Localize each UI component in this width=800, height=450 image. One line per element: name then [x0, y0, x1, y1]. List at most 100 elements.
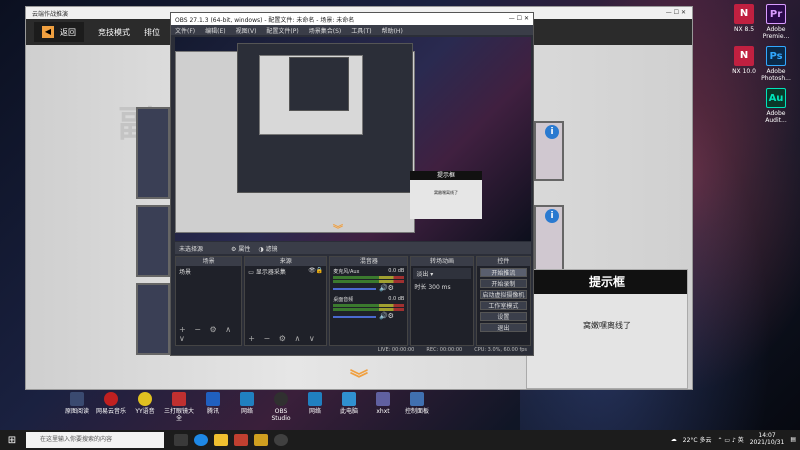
desktop-icon-label: Adobe Photosh...	[761, 68, 791, 82]
app-taskbar-icon[interactable]	[254, 434, 268, 446]
info-icon[interactable]: i	[545, 209, 559, 223]
virtual-camera-button[interactable]: 启动虚拟摄像机	[479, 290, 528, 299]
studio-mode-button[interactable]: 工作室模式	[479, 301, 528, 310]
network-icon	[240, 392, 254, 406]
file-explorer-icon[interactable]	[214, 434, 228, 446]
window-controls[interactable]: — ☐ ✕	[666, 9, 686, 17]
notification-icon[interactable]: ▤	[790, 436, 796, 443]
edge-icon[interactable]	[194, 434, 208, 446]
obs-preview[interactable]: 提示框 窝嫩嘿离线了 ︾	[175, 37, 531, 241]
desktop-icon[interactable]: YY语音	[130, 392, 160, 422]
obs-titlebar[interactable]: OBS 27.1.3 (64-bit, windows) - 配置文件: 未命名…	[171, 13, 533, 25]
volume-meter	[333, 308, 405, 311]
duration-label: 时长	[414, 284, 427, 291]
scroll-down-chevron-icon[interactable]: ︾	[350, 365, 368, 391]
obs-window-controls[interactable]: — ☐ ✕	[509, 15, 529, 23]
volume-slider[interactable]	[333, 288, 376, 290]
taskbar: ⊞ 在这里输入你要搜索的内容 ☁ 22°C 多云 ⌃ ▭ ♪ 英 14:07 2…	[0, 430, 800, 450]
desktop-icon[interactable]: 控制面板	[402, 392, 432, 422]
mode-tile[interactable]	[136, 107, 170, 199]
menu-help[interactable]: 帮助(H)	[382, 26, 403, 35]
source-item[interactable]: ▭ 显示器采集 👁🔒	[245, 266, 326, 277]
taskbar-search-input[interactable]: 在这里输入你要搜索的内容	[26, 432, 164, 448]
nx-icon: N	[734, 4, 754, 24]
app-taskbar-icon[interactable]	[234, 434, 248, 446]
clock[interactable]: 14:07 2021/10/31	[750, 432, 785, 446]
desktop-icon-label: 控制面板	[404, 408, 429, 415]
menu-edit[interactable]: 编辑(E)	[205, 26, 225, 35]
desktop-icon[interactable]: 三打眼镜大全	[164, 392, 194, 422]
menu-file[interactable]: 文件(F)	[175, 26, 195, 35]
desktop-icon[interactable]: 网易云音乐	[96, 392, 126, 422]
settings-button[interactable]: 设置	[479, 312, 528, 321]
desktop-icon-label: 网易云音乐	[96, 408, 127, 415]
scenes-header: 场景	[176, 257, 242, 266]
transition-duration[interactable]: 时长 300 ms	[411, 281, 472, 292]
preview-hint-title: 提示框	[410, 171, 482, 180]
desktop-icon-premiere[interactable]: Pr Adobe Premie...	[756, 4, 796, 40]
tab-competitive[interactable]: 竞技模式	[98, 27, 130, 38]
hint-dialog-title: 提示框	[527, 270, 687, 294]
weather-text[interactable]: 22°C 多云	[683, 435, 712, 444]
back-label: 返回	[60, 27, 76, 37]
mode-tile[interactable]	[136, 205, 170, 277]
weather-cloud-icon[interactable]: ☁	[671, 436, 677, 443]
cpu-fps: CPU: 3.0%, 60.00 fps	[474, 347, 527, 353]
preview-hint-message: 窝嫩嘿离线了	[434, 190, 458, 195]
preview-nested-obs	[289, 57, 349, 111]
scene-controls[interactable]: + − ⚙ ∧ ∨	[179, 325, 241, 343]
tab-ranked[interactable]: 排位	[144, 27, 160, 38]
obs-taskbar-icon[interactable]	[274, 434, 288, 446]
back-arrow-icon: ◀	[42, 26, 54, 38]
desktop-icon[interactable]: 网络	[232, 392, 262, 422]
filters-button[interactable]: ◑ 滤镜	[258, 244, 277, 253]
properties-button[interactable]: ⚙ 属性	[231, 244, 250, 253]
desktop-icon-label: xhxt	[376, 408, 390, 415]
visibility-lock-icon[interactable]: 👁🔒	[308, 267, 323, 274]
desktop-icon-label: 网络	[308, 408, 321, 415]
desktop-icon-label: 原图阅读	[64, 408, 89, 415]
audition-icon: Au	[766, 88, 786, 108]
source-controls[interactable]: + − ⚙ ∧ ∨	[248, 334, 317, 343]
menu-view[interactable]: 视图(V)	[236, 26, 257, 35]
mixer-header: 混音器	[330, 257, 408, 266]
obs-window[interactable]: OBS 27.1.3 (64-bit, windows) - 配置文件: 未命名…	[170, 12, 534, 356]
exit-button[interactable]: 退出	[479, 323, 528, 332]
speaker-icon[interactable]: 🔊⚙	[379, 284, 394, 292]
rec-time: REC: 00:00:00	[426, 347, 463, 353]
transition-select[interactable]: 淡出 ▾	[413, 268, 471, 279]
desktop-icon[interactable]: xhxt	[368, 392, 398, 422]
obs-title: OBS 27.1.3 (64-bit, windows) - 配置文件: 未命名…	[175, 17, 355, 24]
obs-menubar: 文件(F) 编辑(E) 视图(V) 配置文件(P) 场景集合(S) 工具(T) …	[171, 25, 533, 35]
tray-icons[interactable]: ⌃ ▭ ♪ 英	[717, 435, 743, 444]
scene-item[interactable]: 场景	[176, 266, 241, 277]
hint-dialog-message: 窝嫩嘿离线了	[583, 321, 631, 330]
desktop-icon-audition[interactable]: Au Adobe Audit...	[756, 88, 796, 124]
volume-slider[interactable]	[333, 316, 376, 318]
obs-statusbar: LIVE: 00:00:00 REC: 00:00:00 CPU: 3.0%, …	[175, 345, 531, 355]
menu-scene-collection[interactable]: 场景集合(S)	[309, 26, 342, 35]
desktop-icon[interactable]: 原图阅读	[62, 392, 92, 422]
desktop-icon[interactable]: OBS Studio	[266, 392, 296, 422]
desktop-icon[interactable]: 网络	[300, 392, 330, 422]
desktop-icon[interactable]: 腾讯	[198, 392, 228, 422]
menu-tools[interactable]: 工具(T)	[351, 26, 371, 35]
desktop-icon-row: 原图阅读 网易云音乐 YY语音 三打眼镜大全 腾讯 网络 OBS Studio …	[62, 392, 432, 422]
track-name: 桌面音频	[333, 297, 354, 303]
desktop-icon[interactable]: 此电脑	[334, 392, 364, 422]
desktop-icon-label: 网络	[240, 408, 253, 415]
mode-tile[interactable]	[136, 283, 170, 355]
speaker-icon[interactable]: 🔊⚙	[379, 312, 394, 320]
windows-start-icon[interactable]: ⊞	[0, 435, 24, 446]
game-title: 云端作战推演	[32, 11, 69, 18]
menu-profile[interactable]: 配置文件(P)	[266, 26, 298, 35]
start-recording-button[interactable]: 开始录制	[479, 279, 528, 288]
back-button[interactable]: ◀ 返回	[34, 22, 84, 42]
preview-hint-dialog: 提示框 窝嫩嘿离线了	[410, 171, 482, 219]
info-icon[interactable]: i	[545, 125, 559, 139]
desktop-icon-photoshop[interactable]: Ps Adobe Photosh...	[756, 46, 796, 82]
task-view-icon[interactable]	[174, 434, 188, 446]
start-streaming-button[interactable]: 开始推流	[479, 268, 528, 277]
nx-icon: N	[734, 46, 754, 66]
mixer-dock: 混音器 麦克风/Aux 0.0 dB 🔊⚙ 桌面音频 0.0 dB 🔊⚙	[329, 256, 409, 346]
